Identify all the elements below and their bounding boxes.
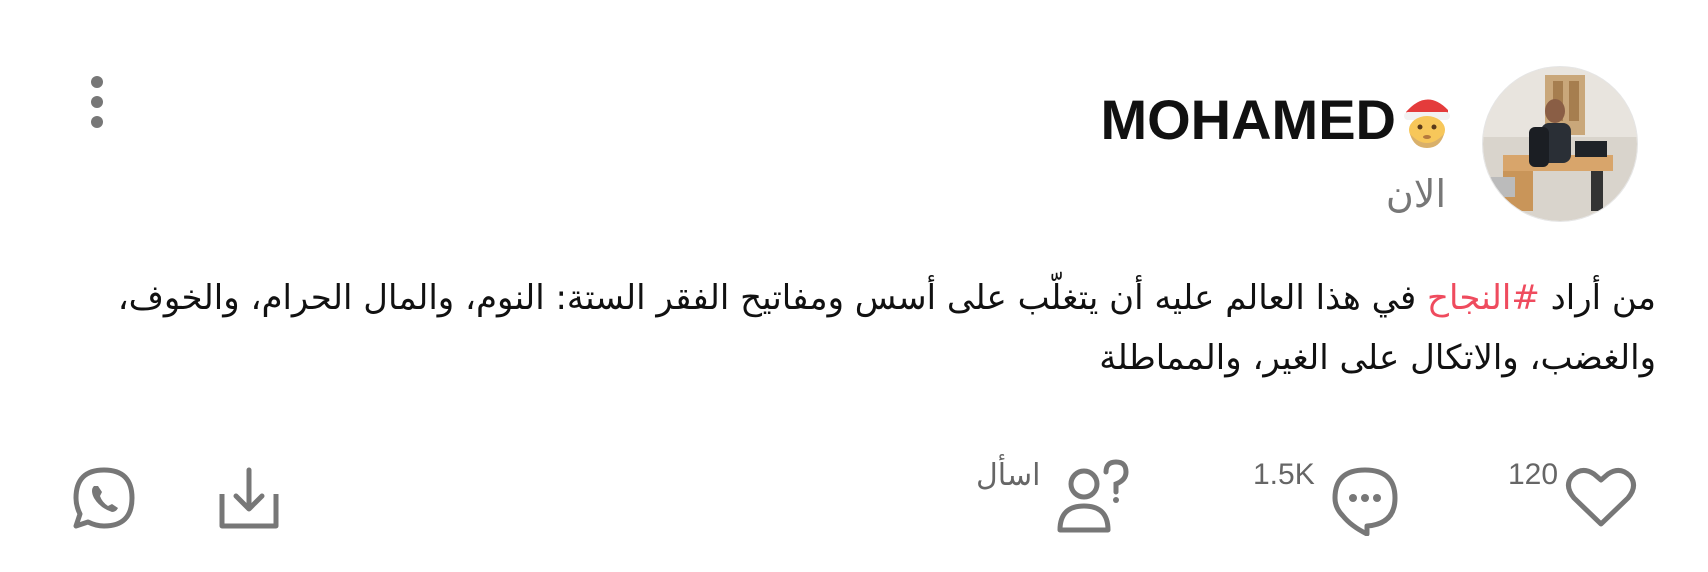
comment-bubble-icon — [1332, 467, 1398, 536]
author-header: MOHAMED — [1100, 84, 1454, 156]
post-text-start: من أراد — [1539, 278, 1656, 318]
post-timestamp: الان — [1385, 172, 1446, 216]
avatar-photo — [1483, 67, 1637, 221]
santa-emoji-icon — [1404, 95, 1453, 148]
ask-person-icon — [1057, 459, 1129, 533]
like-button[interactable]: 120 — [1508, 458, 1638, 530]
heart-icon — [1566, 468, 1637, 527]
avatar[interactable] — [1482, 66, 1638, 222]
comment-button[interactable]: 1.5K — [1253, 458, 1401, 536]
download-button[interactable] — [218, 466, 280, 534]
post-text-rest: في هذا العالم عليه أن يتغلّب على أسس ومف… — [117, 278, 1656, 378]
hashtag-link[interactable]: #النجاح — [1427, 278, 1540, 318]
author-name[interactable]: MOHAMED — [1100, 92, 1396, 148]
ask-label: اسأل — [976, 458, 1041, 493]
whatsapp-icon — [73, 467, 135, 529]
ask-button[interactable]: اسأل — [976, 458, 1134, 534]
whatsapp-share-button[interactable] — [72, 466, 136, 534]
more-vertical-icon[interactable] — [84, 76, 110, 136]
comment-count: 1.5K — [1253, 458, 1315, 491]
download-icon — [219, 467, 279, 529]
post-body: من أراد #النجاح في هذا العالم عليه أن يت… — [96, 268, 1656, 388]
like-count: 120 — [1508, 458, 1559, 491]
